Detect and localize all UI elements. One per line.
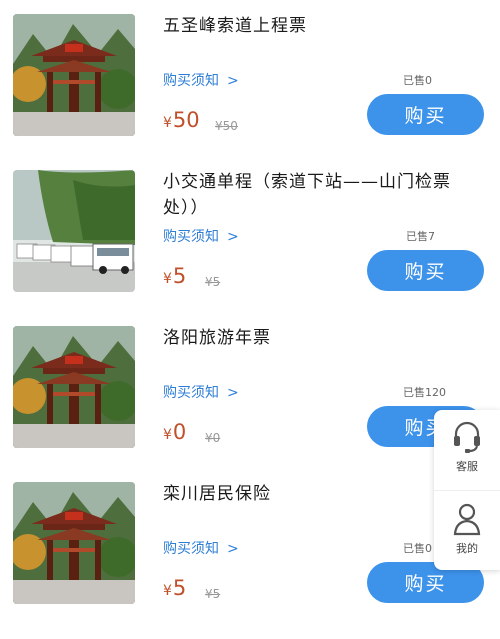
my-account-button[interactable]: 我的 <box>434 492 500 570</box>
chevron-right-icon: > <box>227 73 239 89</box>
purchase-notice-link[interactable]: 购买须知 > <box>163 226 239 246</box>
price-value: 5 <box>172 264 187 288</box>
buy-button[interactable]: 购买 <box>367 94 484 135</box>
user-icon <box>453 503 481 536</box>
list-item: 五圣峰索道上程票 购买须知 > 已售0 ¥50 ¥50 购买 <box>0 0 500 156</box>
sold-count: 已售120 <box>403 386 446 399</box>
purchase-notice-label: 购买须知 <box>163 385 219 401</box>
shuttle-bus-image <box>13 170 135 292</box>
list-item: 洛阳旅游年票 购买须知 > 已售120 ¥0 ¥0 购买 <box>0 312 500 468</box>
price-value: 5 <box>172 576 187 600</box>
purchase-notice-link[interactable]: 购买须知 > <box>163 382 239 402</box>
purchase-notice-link[interactable]: 购买须知 > <box>163 538 239 558</box>
purchase-notice-link[interactable]: 购买须知 > <box>163 70 239 90</box>
floating-side-menu: 客服 我的 <box>434 410 500 570</box>
product-title: 栾川居民保险 <box>163 484 271 504</box>
original-price: ¥5 <box>205 275 221 289</box>
purchase-notice-label: 购买须知 <box>163 229 219 245</box>
price: ¥50 <box>163 108 200 132</box>
product-image[interactable] <box>13 14 135 136</box>
currency-symbol: ¥ <box>163 427 172 443</box>
price-value: 0 <box>172 420 187 444</box>
product-image[interactable] <box>13 170 135 292</box>
purchase-notice-label: 购买须知 <box>163 541 219 557</box>
sold-count: 已售0 <box>403 542 432 555</box>
chevron-right-icon: > <box>227 541 239 557</box>
mountain-gate-image <box>13 14 135 136</box>
mountain-gate-image <box>13 482 135 604</box>
divider <box>434 490 500 491</box>
original-price: ¥50 <box>215 119 238 133</box>
headset-icon <box>454 421 480 453</box>
currency-symbol: ¥ <box>163 271 172 287</box>
buy-button[interactable]: 购买 <box>367 250 484 291</box>
price-value: 50 <box>172 108 200 132</box>
product-title: 洛阳旅游年票 <box>163 328 271 348</box>
mountain-gate-image <box>13 326 135 448</box>
price: ¥5 <box>163 576 186 600</box>
chevron-right-icon: > <box>227 385 239 401</box>
my-account-label: 我的 <box>456 542 478 555</box>
currency-symbol: ¥ <box>163 583 172 599</box>
list-item: 栾川居民保险 购买须知 > 已售0 ¥5 ¥5 购买 <box>0 468 500 624</box>
original-price: ¥5 <box>205 587 221 601</box>
chevron-right-icon: > <box>227 229 239 245</box>
price: ¥0 <box>163 420 186 444</box>
product-title: 五圣峰索道上程票 <box>163 16 307 36</box>
purchase-notice-label: 购买须知 <box>163 73 219 89</box>
product-image[interactable] <box>13 482 135 604</box>
price: ¥5 <box>163 264 186 288</box>
sold-count: 已售7 <box>406 230 435 243</box>
customer-service-button[interactable]: 客服 <box>434 410 500 488</box>
sold-count: 已售0 <box>403 74 432 87</box>
customer-service-label: 客服 <box>456 460 478 473</box>
product-title: 小交通单程（索道下站——山门检票处）） <box>163 172 451 218</box>
list-item: 小交通单程（索道下站——山门检票处）） 购买须知 > 已售7 ¥5 ¥5 购买 <box>0 156 500 312</box>
currency-symbol: ¥ <box>163 115 172 131</box>
product-image[interactable] <box>13 326 135 448</box>
original-price: ¥0 <box>205 431 221 445</box>
